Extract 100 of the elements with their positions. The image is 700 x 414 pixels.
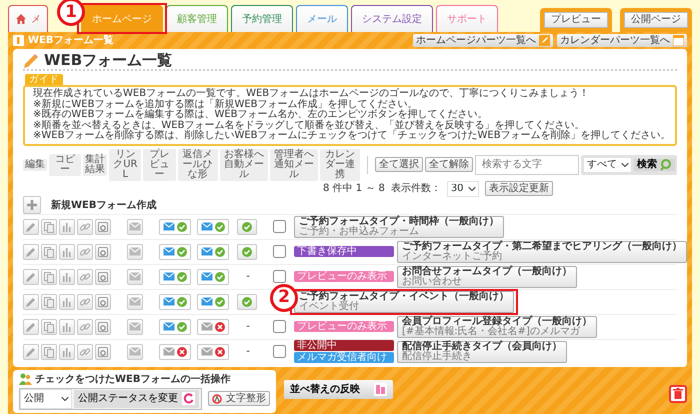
add-button[interactable]: [23, 196, 41, 214]
customer-mail-toggle[interactable]: [159, 218, 191, 235]
row-checkbox[interactable]: [273, 345, 286, 358]
copy-button[interactable]: [41, 268, 57, 285]
preview-button[interactable]: [95, 318, 111, 335]
form-name-button[interactable]: ご予約フォームタイプ・イベント（一般向け） イベント受付: [294, 290, 514, 313]
clear-all-button[interactable]: 全て解除: [425, 157, 474, 172]
nav-tab[interactable]: 予約管理: [231, 5, 293, 32]
status-badge: 下書き保存中: [294, 246, 394, 258]
calendar-toggle[interactable]: [237, 244, 257, 260]
reorder-button[interactable]: 並べ替えの反映: [284, 380, 393, 399]
nav-tab[interactable]: メ: [8, 5, 48, 32]
reply-template-button[interactable]: [127, 268, 143, 285]
change-status-button[interactable]: 公開ステータスを変更: [74, 390, 199, 408]
preview-button[interactable]: [95, 344, 111, 360]
link-icon: [79, 246, 91, 258]
form-name-button[interactable]: ご予約フォームタイプ・時間枠（一般向け） ご予約・お申込みフォーム: [294, 216, 504, 238]
copy-button[interactable]: [41, 318, 57, 335]
copy-button[interactable]: [41, 294, 57, 310]
link-button[interactable]: [77, 318, 93, 335]
pencil-icon: [25, 246, 37, 258]
pencil-icon: [25, 220, 37, 233]
column-label: 編集: [23, 158, 48, 171]
admin-mail-toggle[interactable]: [197, 268, 229, 285]
refresh-icon: [182, 392, 195, 406]
column-label: カレンダー連携: [320, 148, 360, 181]
customer-mail-toggle[interactable]: [159, 294, 191, 310]
stats-button[interactable]: [59, 294, 75, 310]
format-button[interactable]: 文字整形: [208, 391, 270, 406]
form-name-button[interactable]: お問合せフォームタイプ（一般向け） お問い合わせ: [397, 266, 577, 288]
edit-button[interactable]: [23, 218, 39, 235]
reply-template-button[interactable]: [127, 344, 143, 360]
reply-template-button[interactable]: [127, 318, 143, 335]
stats-button[interactable]: [59, 244, 75, 260]
reply-template-button[interactable]: [127, 294, 143, 310]
reply-template-button[interactable]: [127, 218, 143, 235]
form-name-button[interactable]: 配信停止手続きタイプ（会員向け） 配信停止手続き: [397, 340, 567, 363]
link-button[interactable]: [77, 218, 93, 235]
row-checkbox[interactable]: [273, 270, 286, 284]
link-button[interactable]: [77, 268, 93, 285]
status-select[interactable]: 公開: [20, 388, 72, 409]
copy-button[interactable]: [41, 344, 57, 360]
pencil-icon: [25, 346, 37, 358]
select-all-button[interactable]: 全て選択: [375, 157, 424, 172]
stats-button[interactable]: [59, 318, 75, 335]
apply-button[interactable]: 表示設定更新: [484, 181, 553, 196]
note-icon: [539, 35, 550, 46]
envelope-icon: [163, 347, 175, 356]
header-button[interactable]: 公開ページ: [624, 12, 688, 28]
stats-button[interactable]: [59, 218, 75, 235]
admin-mail-toggle[interactable]: [197, 244, 229, 260]
form-name-button[interactable]: ご予約フォームタイプ・第二希望までヒアリング（一般向け） インターネットご予約: [397, 240, 687, 263]
admin-mail-toggle[interactable]: [197, 218, 229, 235]
preview-button[interactable]: [95, 218, 111, 235]
edit-button[interactable]: [23, 294, 39, 310]
nav-tab[interactable]: システム設定: [351, 5, 433, 32]
admin-mail-toggle[interactable]: [197, 294, 229, 310]
customer-mail-toggle[interactable]: [159, 244, 191, 260]
preview-button[interactable]: [95, 268, 111, 285]
search-button[interactable]: 検索: [634, 158, 676, 171]
bar-chart-icon: [61, 246, 73, 258]
search-field[interactable]: 検索する文字: [475, 154, 580, 175]
edit-button[interactable]: [23, 344, 39, 360]
trash-icon: [673, 388, 683, 400]
delete-button[interactable]: [669, 384, 687, 403]
edit-button[interactable]: [23, 244, 39, 260]
customer-mail-toggle[interactable]: [159, 318, 191, 335]
preview-button[interactable]: [95, 294, 111, 310]
copy-button[interactable]: [41, 218, 57, 235]
per-page-label: 表示件数：: [390, 183, 441, 194]
customer-mail-toggle[interactable]: [159, 268, 191, 285]
row-checkbox[interactable]: [273, 320, 286, 334]
admin-mail-toggle[interactable]: [197, 318, 229, 335]
link-button[interactable]: [77, 294, 93, 310]
link-button[interactable]: [77, 244, 93, 260]
stats-button[interactable]: [59, 344, 75, 360]
link-button[interactable]: [77, 344, 93, 360]
edit-button[interactable]: [23, 318, 39, 335]
row-checkbox[interactable]: [273, 245, 286, 258]
envelope-icon: [201, 297, 213, 306]
bulk-title: チェックをつけたWEBフォームの一括操作: [35, 374, 230, 385]
customer-mail-toggle[interactable]: [159, 344, 191, 360]
parts-link-button[interactable]: ホームページパーツ一覧へ: [413, 34, 553, 47]
link-icon: [79, 320, 91, 333]
calendar-toggle[interactable]: [237, 294, 257, 310]
copy-button[interactable]: [41, 244, 57, 260]
admin-mail-toggle[interactable]: [197, 344, 229, 360]
form-name-button[interactable]: 会員プロフィール登録タイプ（一般向け） [#基本情報:氏名・会社名#]のメルマガ: [397, 316, 597, 338]
stats-button[interactable]: [59, 268, 75, 285]
row-checkbox[interactable]: [273, 220, 286, 234]
calendar-toggle[interactable]: [237, 218, 257, 235]
bar-chart-icon: [61, 296, 73, 308]
preview-button[interactable]: [95, 244, 111, 260]
header-button[interactable]: プレビュー: [544, 12, 608, 28]
parts-link-button[interactable]: カレンダーパーツ一覧へ: [557, 34, 687, 47]
page-title: WEBフォーム一覧: [44, 52, 172, 69]
calendar-status: -: [246, 346, 250, 358]
guide-text: 現在作成されているWEBフォームの一覧です。WEBフォームはホームページのゴールなので、丁寧につくりこみましょう！: [33, 89, 590, 99]
edit-button[interactable]: [23, 268, 39, 285]
reply-template-button[interactable]: [127, 244, 143, 260]
